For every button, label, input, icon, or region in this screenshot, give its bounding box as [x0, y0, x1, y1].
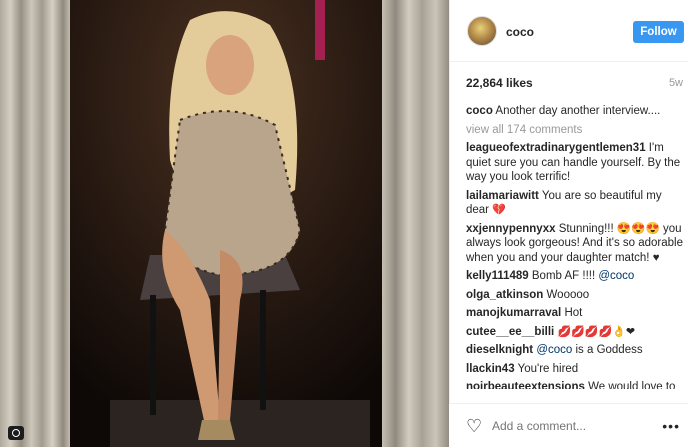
- mention-link[interactable]: @coco: [536, 344, 572, 356]
- list-item: olga_atkinson Wooooo: [466, 288, 686, 303]
- comment-text: Hot: [564, 307, 583, 319]
- comment-username[interactable]: manojkumarraval: [466, 307, 561, 319]
- camera-icon[interactable]: [8, 426, 24, 440]
- post-header: coco Follow: [450, 0, 688, 62]
- comment-text: Another day another interview....: [495, 105, 661, 117]
- comment-text: You're hired: [517, 362, 579, 375]
- comment-username[interactable]: olga_atkinson: [466, 289, 543, 301]
- follow-button[interactable]: Follow: [633, 21, 684, 43]
- comment-username[interactable]: leagueofextradinarygentlemen31: [466, 142, 646, 154]
- comment-username[interactable]: dieselknight: [466, 344, 533, 356]
- comment-username[interactable]: kelly111489: [466, 270, 529, 282]
- add-comment-input[interactable]: [492, 419, 642, 433]
- photo-right-frame: [382, 0, 449, 447]
- list-item: llackin43 You're hired: [466, 362, 686, 377]
- comment-username[interactable]: coco: [466, 105, 493, 117]
- heart-icon: ♥: [652, 251, 660, 264]
- comment-text: is a Goddess: [572, 344, 643, 356]
- photo-left-frame: [0, 0, 70, 447]
- comment-username[interactable]: xxjennypennyxx: [466, 223, 555, 235]
- broken-heart-icon: 💔: [492, 204, 506, 216]
- comments-list: coco Another day another interview.... v…: [466, 104, 686, 393]
- list-item: xxjennypennyxx Stunning!!! 😍😍😍 you alway…: [466, 222, 686, 266]
- list-item: kelly111489 Bomb AF !!!! @coco: [466, 269, 686, 284]
- list-item: lailamariawitt You are so beautiful my d…: [466, 189, 686, 218]
- post-photo[interactable]: [0, 0, 449, 447]
- photo-subject-area: [70, 0, 382, 447]
- list-item: coco Another day another interview....: [466, 104, 686, 119]
- post-time[interactable]: 5w: [669, 77, 683, 89]
- more-options-icon[interactable]: •••: [662, 418, 680, 434]
- comment-text: We would love to: [588, 381, 676, 389]
- post-username[interactable]: coco: [506, 25, 534, 39]
- likes-count[interactable]: 22,864 likes: [466, 76, 533, 90]
- list-item: noirbeauteextensions We would love to: [466, 380, 686, 389]
- view-all-comments-link[interactable]: view all 174 comments: [466, 123, 686, 138]
- list-item: cutee__ee__billi 💋💋💋💋👌❤: [466, 325, 686, 340]
- comment-text: Wooooo: [546, 288, 590, 301]
- comment-footer: ♡ •••: [449, 403, 688, 447]
- photo-subject: [70, 0, 382, 447]
- comment-username[interactable]: cutee__ee__billi: [466, 326, 554, 338]
- mention-link[interactable]: @coco: [598, 270, 634, 282]
- comment-username[interactable]: llackin43: [466, 363, 515, 375]
- avatar[interactable]: [467, 16, 497, 46]
- comment-username[interactable]: lailamariawitt: [466, 190, 539, 202]
- list-item: dieselknight @coco is a Goddess: [466, 343, 686, 358]
- heart-outline-icon[interactable]: ♡: [466, 417, 482, 435]
- list-item: manojkumarraval Hot: [466, 306, 686, 321]
- comment-text: 💋💋💋💋👌❤: [557, 325, 636, 338]
- list-item: leagueofextradinarygentlemen31 I'm quiet…: [466, 141, 686, 185]
- comment-text: Bomb AF !!!!: [531, 270, 599, 282]
- comment-username[interactable]: noirbeauteextensions: [466, 381, 585, 389]
